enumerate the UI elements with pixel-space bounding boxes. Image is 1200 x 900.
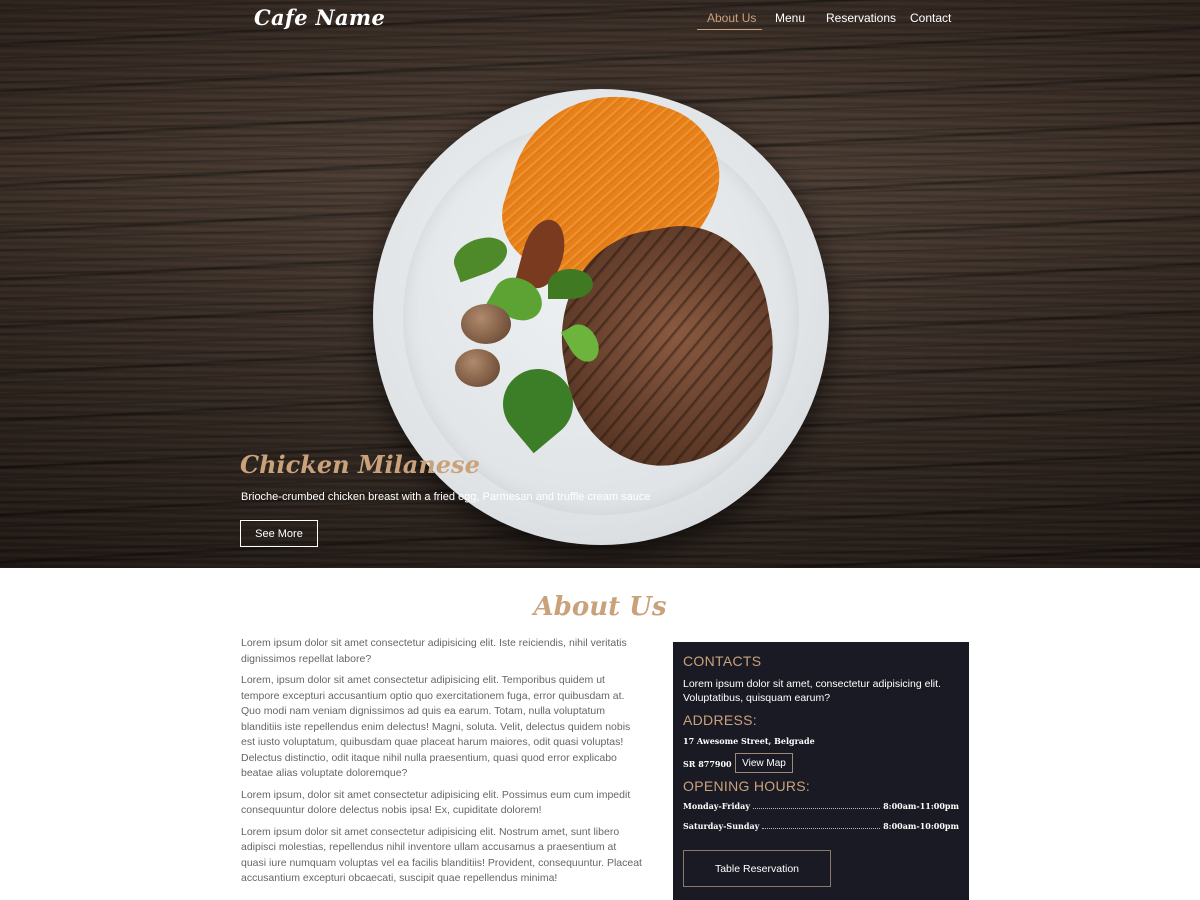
hero-dish-description: Brioche-crumbed chicken breast with a fr… — [241, 491, 651, 503]
hours-row: Monday-Friday 8:00am-11:00pm — [683, 801, 959, 811]
hero-dish-title: Chicken Milanese — [240, 450, 480, 479]
site-logo[interactable]: Cafe Name — [254, 5, 385, 30]
contacts-heading: CONTACTS — [683, 653, 762, 669]
contact-panel: CONTACTS Lorem ipsum dolor sit amet, con… — [673, 642, 969, 900]
dotted-leader — [762, 828, 881, 829]
dish-garnish-graphic — [448, 215, 628, 454]
about-text-column: Lorem ipsum dolor sit amet consectetur a… — [241, 636, 643, 893]
see-more-button[interactable]: See More — [240, 520, 318, 547]
nav-link-contact[interactable]: Contact — [910, 11, 951, 25]
address-line: 17 Awesome Street, Belgrade — [683, 736, 815, 746]
about-paragraph: Lorem ipsum dolor sit amet consectetur a… — [241, 825, 642, 885]
nav-link-menu[interactable]: Menu — [775, 11, 805, 25]
hours-time: 8:00am-11:00pm — [883, 801, 959, 811]
hours-row: Saturday-Sunday 8:00am-10:00pm — [683, 821, 959, 831]
opening-hours-heading: OPENING HOURS: — [683, 778, 811, 794]
hours-days: Saturday-Sunday — [683, 821, 760, 831]
top-navigation: Cafe Name About Us Menu Reservations Con… — [0, 0, 1200, 40]
table-reservation-button[interactable]: Table Reservation — [683, 850, 831, 887]
about-paragraph: Lorem ipsum, dolor sit amet consectetur … — [241, 788, 631, 817]
about-paragraph: Lorem, ipsum dolor sit amet consectetur … — [241, 674, 631, 779]
dotted-leader — [752, 808, 881, 809]
address-heading: ADDRESS: — [683, 712, 757, 728]
view-map-button[interactable]: View Map — [735, 753, 793, 773]
contacts-text: Lorem ipsum dolor sit amet, consectetur … — [683, 678, 941, 704]
about-paragraph: Lorem ipsum dolor sit amet consectetur a… — [241, 637, 627, 665]
hours-days: Monday-Friday — [683, 801, 750, 811]
about-section-title: About Us — [533, 592, 667, 622]
hours-time: 8:00am-10:00pm — [883, 821, 959, 831]
postal-code: SR 877900 — [683, 759, 732, 769]
nav-active-underline — [697, 29, 762, 30]
nav-link-reservations[interactable]: Reservations — [826, 11, 896, 25]
hero-banner: Cafe Name About Us Menu Reservations Con… — [0, 0, 1200, 568]
nav-link-about-us[interactable]: About Us — [707, 11, 756, 25]
